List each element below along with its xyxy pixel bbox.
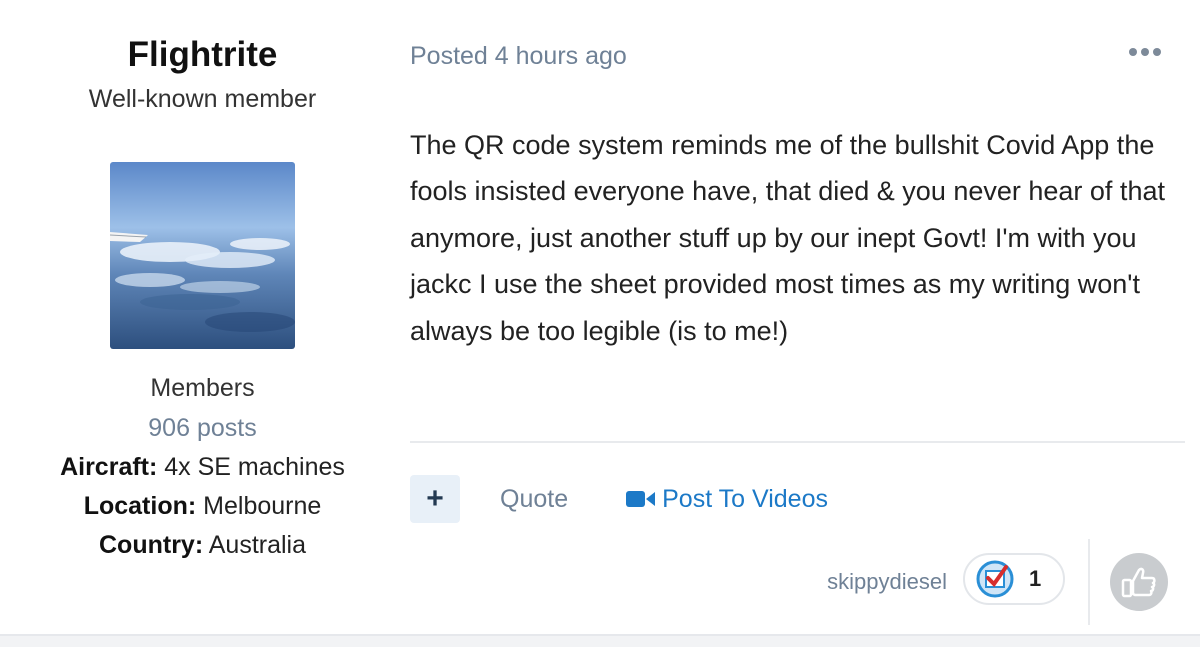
author-field-location: Location: Melbourne <box>83 492 322 520</box>
post-content: The QR code system reminds me of the bul… <box>410 130 1165 346</box>
react-button[interactable] <box>1110 553 1168 611</box>
post-to-videos-link[interactable]: Post To Videos <box>626 485 828 514</box>
author-title: Well-known member <box>88 85 317 113</box>
avatar[interactable] <box>110 162 295 349</box>
more-options-button[interactable] <box>1128 45 1162 59</box>
divider <box>410 441 1185 443</box>
thumbs-up-icon <box>1121 567 1156 598</box>
member-group: Members <box>150 374 255 402</box>
post-count[interactable]: 906 posts <box>30 413 375 443</box>
avatar-image <box>110 162 295 349</box>
reaction-separator <box>1088 539 1090 625</box>
plus-icon: + <box>426 482 444 515</box>
reaction-summary-button[interactable]: 1 <box>963 553 1065 605</box>
multiquote-add-button[interactable]: + <box>410 475 460 523</box>
post-bottom-border <box>0 634 1200 647</box>
post-timestamp[interactable]: Posted 4 hours ago <box>410 40 627 72</box>
reactions-bar: skippydiesel 1 <box>410 539 1190 625</box>
forum-post: Flightrite Well-known member Members 906… <box>0 0 1200 636</box>
video-camera-icon <box>626 491 656 507</box>
reaction-count: 1 <box>1029 566 1042 591</box>
quote-button[interactable]: Quote <box>500 485 568 514</box>
author-panel: Flightrite Well-known member Members 906… <box>30 30 375 560</box>
checkmark-reaction-icon <box>976 560 1014 598</box>
reactor-name[interactable]: skippydiesel <box>827 569 947 595</box>
post-to-videos-label: Post To Videos <box>662 484 828 513</box>
author-field-aircraft: Aircraft: 4x SE machines <box>60 453 345 481</box>
author-name[interactable]: Flightrite <box>30 34 375 76</box>
post-actions: + Quote Post To Videos <box>410 475 828 523</box>
author-info: Aircraft: 4x SE machines Location: Melbo… <box>30 452 375 560</box>
author-field-country: Country: Australia <box>99 531 306 559</box>
ellipsis-icon <box>1129 48 1137 56</box>
